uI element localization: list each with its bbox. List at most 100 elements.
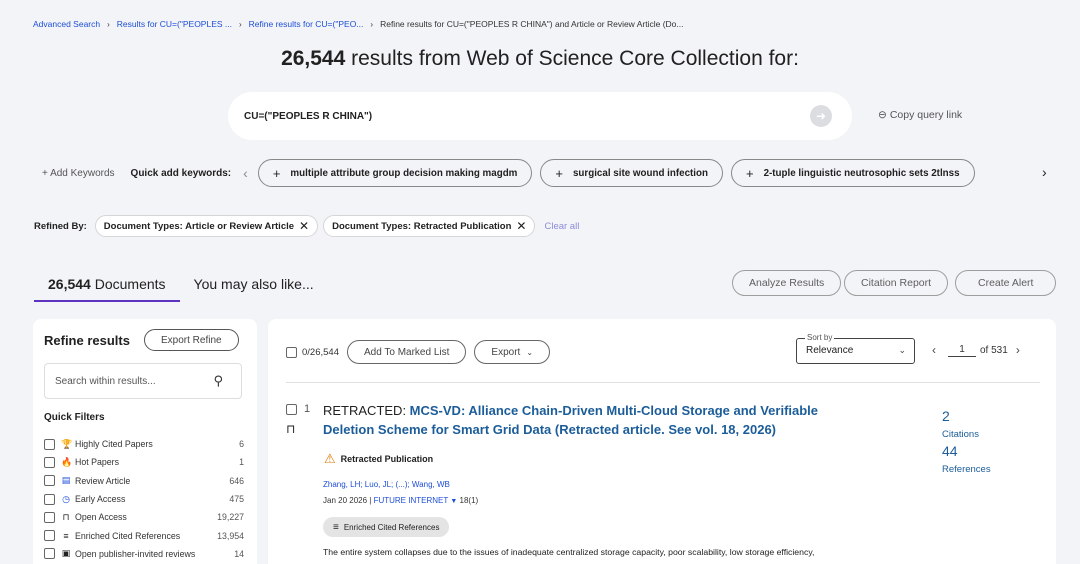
keyword-chip-label: multiple attribute group decision making…	[290, 167, 518, 179]
chevron-right-icon[interactable]: ›	[1016, 343, 1020, 357]
quick-filter-count: 13,954	[217, 530, 244, 541]
breadcrumb-results[interactable]: Results for CU=("PEOPLES ...	[117, 19, 232, 29]
copy-query-link-label: Copy query link	[889, 109, 963, 121]
caret-down-icon[interactable]: ▼	[450, 498, 457, 505]
sort-by-value: Relevance	[806, 345, 854, 356]
review-icon: ▣	[61, 548, 71, 559]
enriched-icon: ≡	[333, 521, 339, 533]
record-authors[interactable]: Zhang, LH; Luo, JL; (...); Wang, WB	[323, 480, 450, 489]
close-icon[interactable]: ✕	[299, 219, 309, 233]
refine-results-title: Refine results	[44, 333, 130, 348]
documents-label: Documents	[90, 276, 166, 292]
refine-chip: Document Types: Retracted Publication ✕	[323, 215, 536, 237]
chevron-right-icon: ›	[370, 19, 374, 29]
keyword-chip[interactable]: + surgical site wound infection	[540, 159, 723, 187]
select-all-checkbox[interactable]	[286, 346, 297, 358]
refined-by-label: Refined By:	[34, 220, 87, 232]
record-checkbox[interactable]	[286, 404, 297, 415]
create-alert-button[interactable]: Create Alert	[955, 270, 1057, 296]
export-button[interactable]: Export ⌄	[474, 340, 551, 364]
clock-icon: ◷	[62, 493, 70, 504]
quick-filter-item[interactable]: ≡ Enriched Cited References 13,954	[44, 526, 244, 544]
quick-filter-item[interactable]: ▤ Review Article 646	[44, 472, 244, 490]
search-icon[interactable]: ⚲	[213, 373, 223, 389]
refine-sidebar: Refine results Export Refine Search with…	[33, 319, 257, 564]
quick-filter-checkbox[interactable]	[44, 511, 55, 523]
quick-filter-item[interactable]: 🏆 Highly Cited Papers 6	[44, 435, 244, 453]
chevron-right-icon[interactable]: ›	[1042, 164, 1047, 180]
query-box[interactable]: CU=("PEOPLES R CHINA") ➜	[228, 92, 852, 140]
breadcrumb-advanced-search[interactable]: Advanced Search	[33, 19, 100, 29]
chevron-down-icon: ⌄	[526, 347, 534, 357]
search-within-placeholder: Search within results...	[55, 375, 156, 387]
plus-icon: +	[272, 165, 281, 181]
quick-filter-item[interactable]: ⊓ Open Access 19,227	[44, 508, 244, 526]
quick-filter-checkbox[interactable]	[44, 530, 55, 542]
quick-filter-count: 475	[229, 494, 244, 505]
add-keywords-button[interactable]: + Add Keywords	[42, 168, 115, 179]
close-icon[interactable]: ✕	[516, 219, 526, 233]
record-abstract: The entire system collapses due to the i…	[323, 547, 815, 557]
quick-filter-item[interactable]: ▣ Open publisher-invited reviews 14	[44, 545, 244, 563]
quick-filter-checkbox[interactable]	[44, 493, 55, 505]
results-tabs: 26,544 Documents You may also like...	[34, 270, 328, 302]
tab-you-may-also-like[interactable]: You may also like...	[180, 270, 328, 300]
results-panel: 0/26,544 Add To Marked List Export ⌄ Sort…	[268, 319, 1056, 564]
quick-filter-label: Highly Cited Papers	[75, 439, 153, 450]
open-access-lock-icon: ⊓	[286, 422, 296, 436]
quick-filter-checkbox[interactable]	[44, 438, 55, 450]
references-count[interactable]: 44	[942, 443, 958, 459]
results-count: 26,544	[281, 47, 346, 70]
quick-filter-count: 646	[229, 475, 244, 486]
quick-filter-count: 6	[239, 439, 244, 450]
page-input[interactable]: 1	[948, 344, 976, 357]
quick-filter-label: Open Access	[75, 512, 127, 523]
keyword-chip-label: surgical site wound infection	[572, 167, 708, 179]
enriched-label: Enriched Cited References	[343, 522, 440, 532]
citation-report-button[interactable]: Citation Report	[844, 270, 949, 296]
keywords-row: + Add Keywords Quick add keywords: ‹ + mu…	[42, 158, 1062, 188]
quick-filter-label: Open publisher-invited reviews	[75, 548, 196, 559]
record-title[interactable]: RETRACTED: MCS-VD: Alliance Chain-Driven…	[323, 401, 853, 439]
quick-filter-count: 14	[234, 548, 244, 559]
record-title-prefix: RETRACTED:	[323, 403, 410, 418]
copy-query-link[interactable]: ⊖ Copy query link	[878, 109, 962, 121]
enriched-cited-references-badge[interactable]: ≡ Enriched Cited References	[323, 517, 450, 537]
add-to-marked-list-button[interactable]: Add To Marked List	[346, 340, 467, 364]
divider	[286, 382, 1040, 383]
keyword-chip[interactable]: +2-tuple linguistic neutrosophic sets 2t…	[730, 159, 975, 187]
document-icon: ▤	[61, 475, 71, 486]
quick-filter-item[interactable]: 🔥 Hot Papers 1	[44, 453, 244, 471]
export-refine-button[interactable]: Export Refine	[144, 329, 239, 351]
keyword-chip-label: 2-tuple linguistic neutrosophic sets 2tl…	[763, 167, 960, 179]
tab-documents[interactable]: 26,544 Documents	[34, 270, 180, 302]
record-journal[interactable]: FUTURE INTERNET	[374, 496, 449, 505]
documents-count: 26,544	[48, 276, 91, 292]
warning-icon: ⚠	[324, 451, 336, 466]
citations-count[interactable]: 2	[942, 408, 950, 424]
quick-filter-checkbox[interactable]	[44, 456, 55, 468]
trophy-icon: 🏆	[61, 438, 73, 449]
breadcrumb-refine-results[interactable]: Refine results for CU=("PEO...	[249, 19, 364, 29]
search-within-input[interactable]: Search within results... ⚲	[44, 363, 242, 399]
quick-filters-title: Quick Filters	[44, 412, 105, 423]
citations-label: Citations	[942, 429, 979, 440]
plus-icon: +	[745, 165, 754, 181]
export-label: Export	[491, 346, 521, 358]
chevron-right-icon: ›	[239, 19, 242, 29]
enriched-icon: ≡	[63, 530, 69, 541]
quick-filter-checkbox[interactable]	[44, 548, 55, 560]
quick-filter-checkbox[interactable]	[44, 475, 55, 487]
results-headline-text: results from Web of Science Core Collect…	[345, 47, 799, 70]
quick-filter-item[interactable]: ◷ Early Access 475	[44, 490, 244, 508]
refine-chip-label: Document Types: Retracted Publication	[332, 220, 512, 232]
record-number: 1	[304, 403, 311, 415]
chevron-left-icon[interactable]: ‹	[932, 343, 936, 357]
analyze-results-button[interactable]: Analyze Results	[732, 270, 842, 296]
arrow-right-icon[interactable]: ➜	[810, 105, 832, 127]
retracted-badge: ⚠ Retracted Publication	[324, 451, 433, 467]
keyword-chip[interactable]: + multiple attribute group decision makin…	[257, 159, 533, 187]
sort-by-select[interactable]: Sort by Relevance ⌄	[796, 333, 915, 364]
chevron-left-icon[interactable]: ‹	[243, 165, 248, 181]
clear-all-link[interactable]: Clear all	[544, 221, 579, 232]
